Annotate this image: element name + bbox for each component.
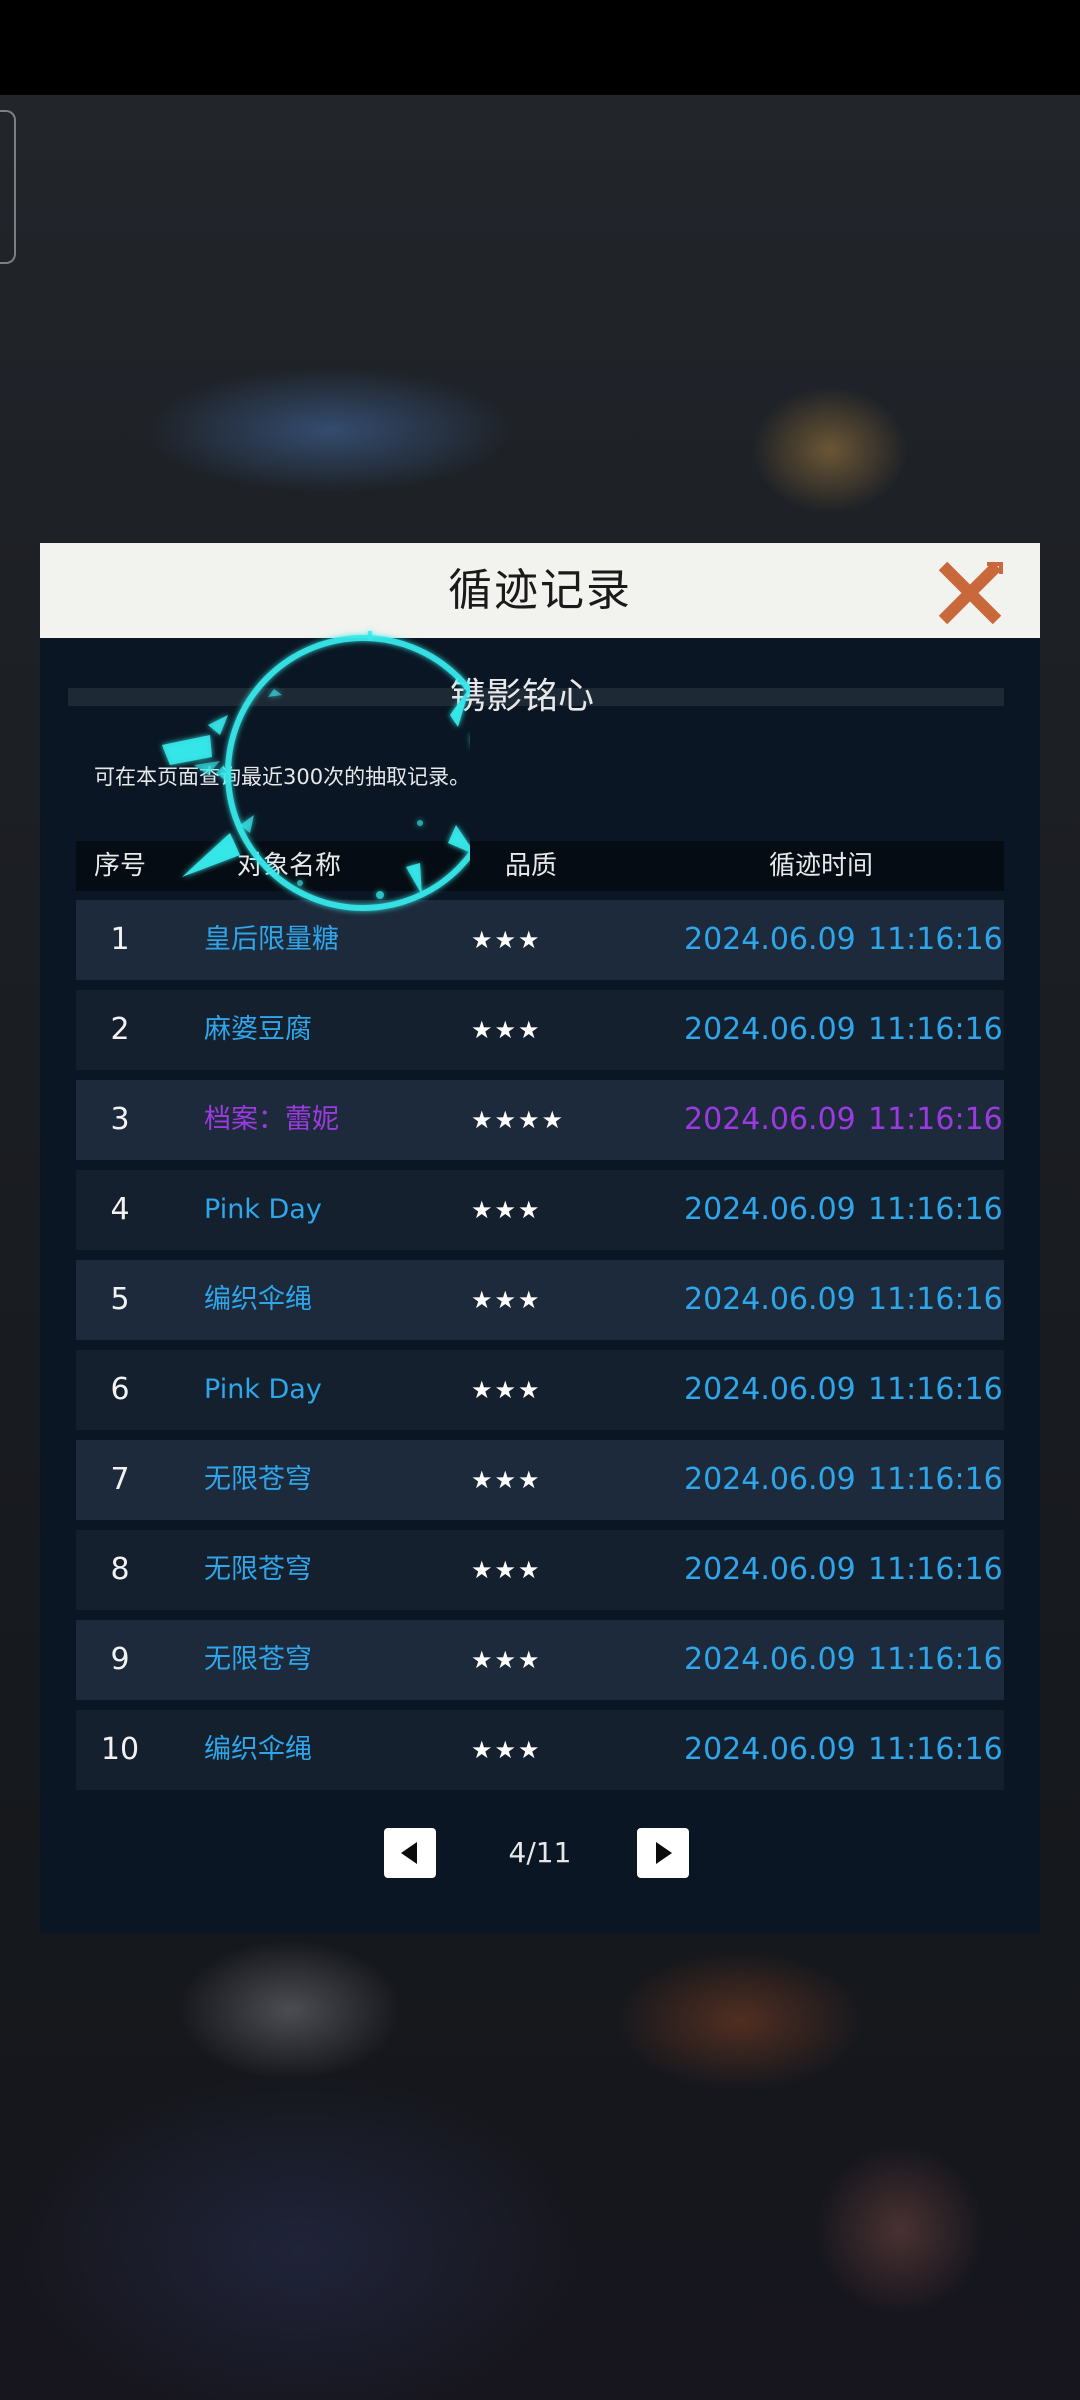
row-quality-stars: ★★★ <box>471 926 542 954</box>
record-list: 1 皇后限量糖 ★★★ 2024.06.09 11:16:16 2 麻婆豆腐 ★… <box>76 900 1004 1800</box>
row-index: 10 <box>100 1732 140 1767</box>
row-time: 11:16:16 <box>868 1102 1003 1137</box>
row-index: 7 <box>110 1462 130 1497</box>
triangle-right-icon <box>656 1842 672 1864</box>
row-item-name: 无限苍穹 <box>204 1554 312 1585</box>
status-bar <box>0 0 1080 95</box>
row-date: 2024.06.09 <box>684 1462 856 1497</box>
row-index: 2 <box>110 1012 130 1047</box>
row-quality-stars: ★★★ <box>471 1376 542 1404</box>
row-time: 11:16:16 <box>868 1012 1003 1047</box>
row-quality-stars: ★★★ <box>471 1196 542 1224</box>
table-row: 7 无限苍穹 ★★★ 2024.06.09 11:16:16 <box>76 1440 1004 1520</box>
row-time: 11:16:16 <box>868 1462 1003 1497</box>
table-row: 2 麻婆豆腐 ★★★ 2024.06.09 11:16:16 <box>76 990 1004 1070</box>
row-item-name: 编织伞绳 <box>204 1284 312 1315</box>
side-tab-handle[interactable] <box>0 110 16 264</box>
close-icon <box>938 561 1003 625</box>
row-date: 2024.06.09 <box>684 1102 856 1137</box>
row-quality-stars: ★★★ <box>471 1466 542 1494</box>
row-date: 2024.06.09 <box>684 1372 856 1407</box>
row-item-name: Pink Day <box>204 1194 322 1225</box>
row-time: 11:16:16 <box>868 1642 1003 1677</box>
row-index: 5 <box>110 1282 130 1317</box>
row-time: 11:16:16 <box>868 1732 1003 1767</box>
close-button[interactable] <box>935 558 1005 628</box>
banner-title: 镌影铭心 <box>450 676 595 717</box>
row-item-name: 皇后限量糖 <box>204 924 339 955</box>
row-index: 4 <box>110 1192 130 1227</box>
table-header: 序号 对象名称 品质 循迹时间 <box>76 841 1004 891</box>
row-date: 2024.06.09 <box>684 1282 856 1317</box>
page-indicator: 4/11 <box>508 1836 572 1869</box>
row-item-name: 无限苍穹 <box>204 1644 312 1675</box>
next-page-button[interactable] <box>637 1828 689 1878</box>
table-row: 6 Pink Day ★★★ 2024.06.09 11:16:16 <box>76 1350 1004 1430</box>
row-index: 6 <box>110 1372 130 1407</box>
row-time: 11:16:16 <box>868 922 1003 957</box>
row-quality-stars: ★★★ <box>471 1286 542 1314</box>
row-date: 2024.06.09 <box>684 1642 856 1677</box>
table-row: 8 无限苍穹 ★★★ 2024.06.09 11:16:16 <box>76 1530 1004 1610</box>
query-note: 可在本页面查询最近300次的抽取记录。 <box>94 765 471 789</box>
table-row: 5 编织伞绳 ★★★ 2024.06.09 11:16:16 <box>76 1260 1004 1340</box>
row-quality-stars: ★★★ <box>471 1016 542 1044</box>
row-time: 11:16:16 <box>868 1552 1003 1587</box>
row-date: 2024.06.09 <box>684 922 856 957</box>
table-row: 9 无限苍穹 ★★★ 2024.06.09 11:16:16 <box>76 1620 1004 1700</box>
table-row: 10 编织伞绳 ★★★ 2024.06.09 11:16:16 <box>76 1710 1004 1790</box>
row-item-name: 档案：蕾妮 <box>204 1104 339 1135</box>
row-item-name: 编织伞绳 <box>204 1734 312 1765</box>
row-quality-stars: ★★★ <box>471 1736 542 1764</box>
row-index: 3 <box>110 1102 130 1137</box>
prev-page-button[interactable] <box>384 1828 436 1878</box>
header-name: 对象名称 <box>236 851 341 881</box>
row-quality-stars: ★★★ <box>471 1646 542 1674</box>
dialog-title: 循迹记录 <box>448 565 632 616</box>
row-index: 1 <box>110 922 130 957</box>
row-time: 11:16:16 <box>868 1372 1003 1407</box>
header-time: 循迹时间 <box>768 851 873 881</box>
row-quality-stars: ★★★★ <box>471 1106 566 1134</box>
row-time: 11:16:16 <box>868 1192 1003 1227</box>
row-index: 9 <box>110 1642 130 1677</box>
row-index: 8 <box>110 1552 130 1587</box>
dialog-header: 循迹记录 <box>40 543 1040 638</box>
row-quality-stars: ★★★ <box>471 1556 542 1584</box>
row-date: 2024.06.09 <box>684 1012 856 1047</box>
header-index: 序号 <box>93 851 146 881</box>
row-date: 2024.06.09 <box>684 1192 856 1227</box>
row-date: 2024.06.09 <box>684 1552 856 1587</box>
row-time: 11:16:16 <box>868 1282 1003 1317</box>
row-item-name: 无限苍穹 <box>204 1464 312 1495</box>
triangle-left-icon <box>401 1842 417 1864</box>
table-row: 4 Pink Day ★★★ 2024.06.09 11:16:16 <box>76 1170 1004 1250</box>
row-date: 2024.06.09 <box>684 1732 856 1767</box>
record-dialog: 循迹记录 镌影铭心 可在本页面查询最近300次的抽取记录。 序号 对象名称 品质… <box>40 543 1040 1933</box>
table-row: 3 档案：蕾妮 ★★★★ 2024.06.09 11:16:16 <box>76 1080 1004 1160</box>
row-item-name: 麻婆豆腐 <box>204 1014 312 1045</box>
header-quality: 品质 <box>504 851 557 881</box>
row-item-name: Pink Day <box>204 1374 322 1405</box>
table-row: 1 皇后限量糖 ★★★ 2024.06.09 11:16:16 <box>76 900 1004 980</box>
